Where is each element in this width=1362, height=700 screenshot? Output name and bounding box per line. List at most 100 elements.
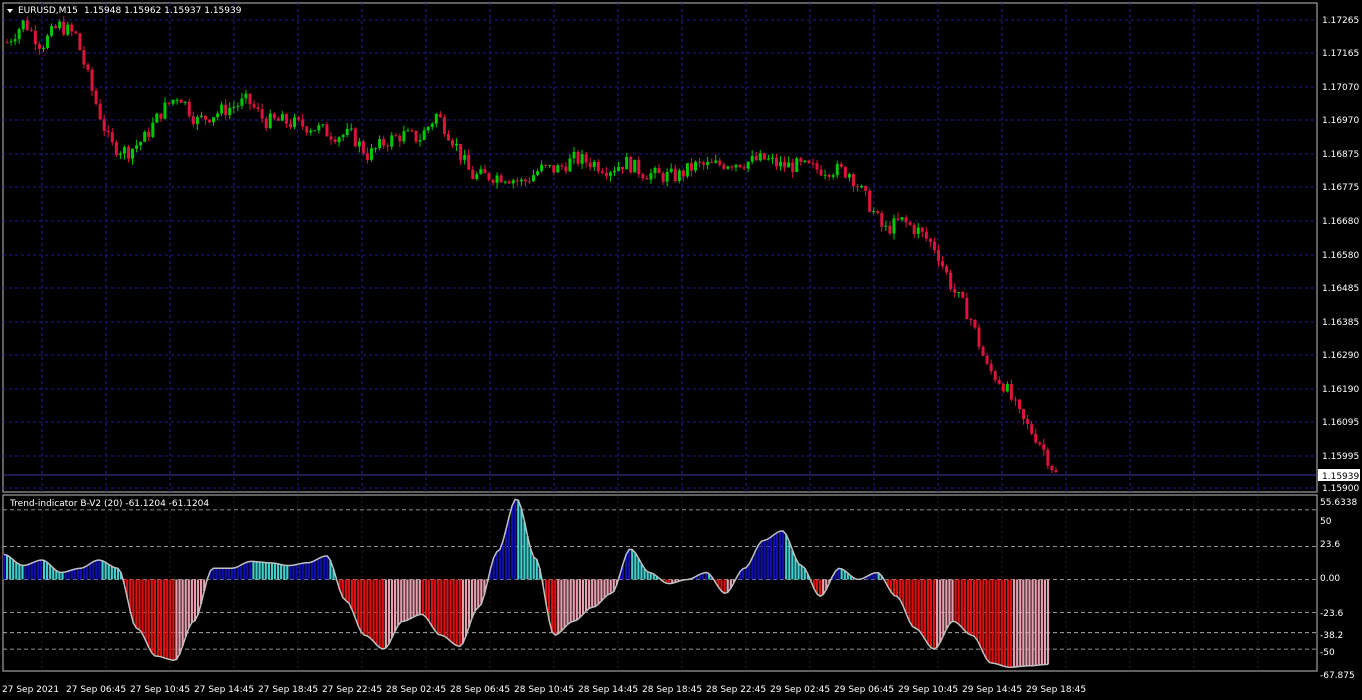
ohlc-values: 1.15948 1.15962 1.15937 1.15939 <box>84 6 242 16</box>
candle-body <box>718 160 722 165</box>
candle-body <box>633 159 637 173</box>
candle-body <box>515 180 519 182</box>
candle-body <box>122 147 126 154</box>
candle-body <box>920 227 924 232</box>
candle-body <box>479 169 483 174</box>
candle-body <box>604 172 608 176</box>
candle-body <box>548 165 552 167</box>
candle-body <box>669 168 673 173</box>
trading-chart[interactable]: EURUSD,M15 1.15948 1.15962 1.15937 1.159… <box>0 0 1362 700</box>
candle-body <box>50 26 54 36</box>
candle-body <box>908 222 912 225</box>
candle-body <box>317 125 321 131</box>
price-axis: 1.17265 1.17165 1.17070 1.16970 1.16875 … <box>1318 16 1360 494</box>
candle-body <box>730 166 734 168</box>
candle-body <box>455 143 459 146</box>
candle-body <box>1026 419 1030 424</box>
candle-body <box>799 158 803 162</box>
candle-body <box>374 148 378 150</box>
candle-body <box>961 292 965 298</box>
time-tick: 28 Sep 18:45 <box>642 685 702 695</box>
candle-body <box>365 153 369 160</box>
candle-body <box>766 158 770 160</box>
candle-body <box>37 44 41 49</box>
price-tick: 1.15995 <box>1322 452 1359 462</box>
candle-body <box>325 124 329 137</box>
candle-body <box>856 186 859 188</box>
candle-body <box>904 217 908 223</box>
candle-body <box>965 297 969 320</box>
candle-body <box>446 133 450 141</box>
indicator-tick: -50 <box>1320 648 1335 658</box>
candle-body <box>25 20 29 31</box>
candle-body <box>29 30 33 32</box>
candle-body <box>1054 470 1058 472</box>
candle-body <box>596 161 600 172</box>
symbol-label: EURUSD,M15 <box>18 6 78 16</box>
candle-body <box>268 113 272 129</box>
candle-body <box>932 241 936 251</box>
candle-body <box>738 164 742 168</box>
candle-body <box>280 114 284 121</box>
time-tick: 29 Sep 10:45 <box>898 685 958 695</box>
candle-body <box>941 261 945 267</box>
candle-body <box>823 174 827 176</box>
candle-body <box>187 101 191 117</box>
candle-body <box>552 165 556 173</box>
candle-body <box>272 113 276 119</box>
candle-body <box>937 250 940 262</box>
indicator-tick: 0.00 <box>1320 574 1340 584</box>
candle-body <box>495 175 499 183</box>
candle-body <box>511 180 515 184</box>
candle-body <box>394 135 398 137</box>
candle-body <box>1018 399 1021 409</box>
candle-body <box>195 116 199 125</box>
candle-body <box>220 104 224 114</box>
candle-body <box>892 218 896 234</box>
candle-body <box>313 130 317 132</box>
candle-body <box>1001 383 1005 392</box>
candle-body <box>681 170 685 177</box>
time-tick: 29 Sep 14:45 <box>962 685 1022 695</box>
candle-body <box>621 166 625 170</box>
indicator-tick: -23.6 <box>1320 609 1344 619</box>
price-pane-border <box>2 2 1318 493</box>
candle-body <box>94 90 98 104</box>
indicator-pane[interactable]: Trend-indicator B-V2 (20) -61.1204 -61.1… <box>2 494 1318 672</box>
price-tick: 1.16970 <box>1322 116 1359 126</box>
candle-body <box>406 130 410 132</box>
candle-body <box>471 169 475 179</box>
candle-body <box>398 135 402 142</box>
price-tick: 1.16095 <box>1322 418 1359 428</box>
candle-body <box>677 170 681 182</box>
candle-body <box>167 102 171 104</box>
candle-body <box>568 158 572 172</box>
candle-body <box>507 181 511 184</box>
candle-body <box>540 164 544 172</box>
time-tick: 27 Sep 22:45 <box>322 685 382 695</box>
candle-body <box>860 185 864 188</box>
candle-body <box>588 162 592 168</box>
candle-body <box>584 154 588 163</box>
price-tick: 1.16580 <box>1322 251 1359 261</box>
candle-body <box>1038 442 1042 445</box>
candle-body <box>880 213 884 227</box>
candle-body <box>580 154 584 164</box>
candle-body <box>645 178 649 180</box>
candle-body <box>884 225 888 227</box>
candle-body <box>191 116 195 125</box>
candle-body <box>74 31 78 34</box>
candle-body <box>803 160 807 162</box>
candle-body <box>402 131 406 142</box>
candle-body <box>625 156 629 170</box>
candle-body <box>641 174 645 179</box>
candle-body <box>807 160 811 164</box>
price-pane[interactable]: EURUSD,M15 1.15948 1.15962 1.15937 1.159… <box>2 2 1318 493</box>
candle-body <box>5 42 9 44</box>
candle-body <box>264 118 268 129</box>
candle-body <box>698 161 702 163</box>
candle-body <box>758 153 762 161</box>
price-tick: 1.17265 <box>1322 16 1359 26</box>
candle-body <box>1030 423 1034 434</box>
candle-body <box>722 164 726 169</box>
